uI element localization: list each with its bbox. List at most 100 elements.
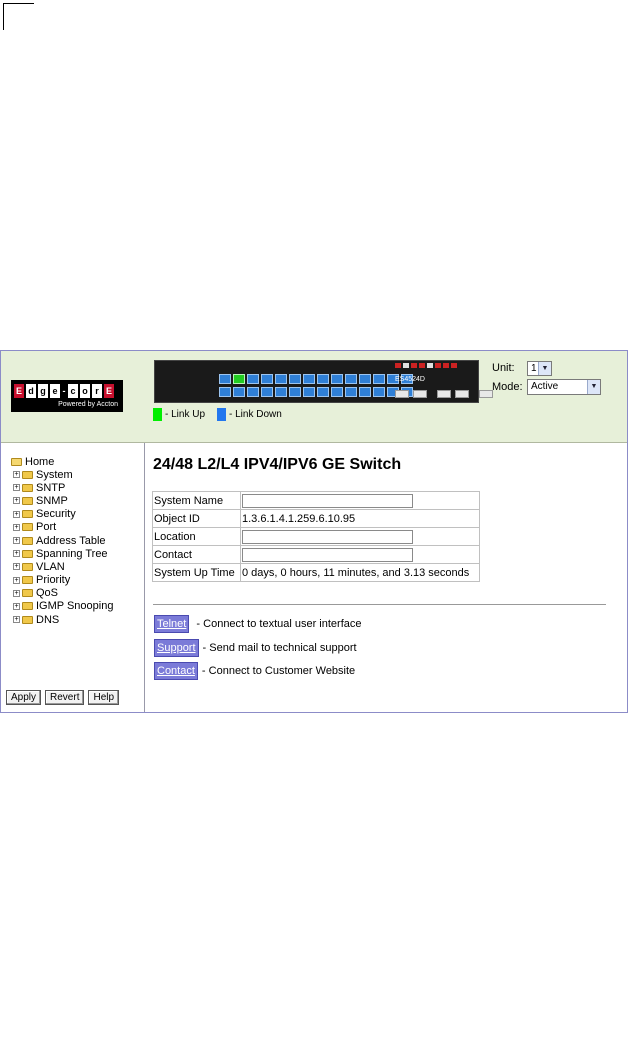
unit-label: Unit: <box>492 362 515 374</box>
port-10[interactable] <box>275 387 287 397</box>
object-id-value: 1.3.6.1.4.1.259.6.10.95 <box>240 509 480 528</box>
port-7[interactable] <box>261 374 273 384</box>
sfp-port[interactable] <box>479 390 493 398</box>
sidebar-item-snmp[interactable]: + SNMP <box>13 494 113 507</box>
folder-icon <box>22 496 33 505</box>
expand-plus-icon[interactable]: + <box>13 510 20 518</box>
port-5[interactable] <box>247 374 259 384</box>
apply-button[interactable]: Apply <box>6 690 42 705</box>
folder-icon <box>22 562 33 571</box>
table-row: Object ID 1.3.6.1.4.1.259.6.10.95 <box>152 509 480 528</box>
port-6[interactable] <box>247 387 259 397</box>
sidebar-item-security[interactable]: + Security <box>13 508 113 521</box>
folder-icon <box>22 602 33 611</box>
expand-plus-icon[interactable]: + <box>13 576 20 584</box>
contact-button[interactable]: Contact <box>154 662 198 680</box>
sfp-port[interactable] <box>395 390 409 398</box>
system-name-field[interactable] <box>242 493 413 508</box>
expand-plus-icon[interactable]: + <box>13 523 20 531</box>
port-4[interactable] <box>233 387 245 397</box>
port-18[interactable] <box>331 387 343 397</box>
unit-select[interactable]: 1 ▼ <box>527 361 552 376</box>
port-17[interactable] <box>331 374 343 384</box>
sidebar-item-dns[interactable]: + DNS <box>13 613 113 626</box>
revert-button[interactable]: Revert <box>45 690 85 705</box>
folder-open-icon <box>11 457 22 466</box>
contact-label: Contact <box>152 545 241 564</box>
system-info-table: System Name Object ID 1.3.6.1.4.1.259.6.… <box>152 491 480 582</box>
port-9[interactable] <box>275 374 287 384</box>
expand-plus-icon[interactable]: + <box>13 589 20 597</box>
folder-icon <box>22 510 33 519</box>
port-8[interactable] <box>261 387 273 397</box>
support-button[interactable]: Support <box>154 639 199 657</box>
port-22[interactable] <box>359 387 371 397</box>
support-description: - Send mail to technical support <box>202 642 357 654</box>
expand-plus-icon[interactable]: + <box>13 550 20 558</box>
sidebar-item-priority[interactable]: + Priority <box>13 574 113 587</box>
edge-core-logo[interactable]: E d g e - c o r E Powered by Accton <box>11 380 123 412</box>
port-23[interactable] <box>373 374 385 384</box>
mode-select[interactable]: Active ▼ <box>527 379 601 395</box>
telnet-row: Telnet - Connect to textual user interfa… <box>154 615 362 633</box>
corner-crop-mark <box>0 0 34 30</box>
expand-plus-icon[interactable]: + <box>13 537 20 545</box>
folder-icon <box>22 470 33 479</box>
table-row: Location <box>152 527 480 546</box>
port-14[interactable] <box>303 387 315 397</box>
model-label: ES4524D <box>395 376 425 383</box>
tree-root-home[interactable]: Home <box>11 455 113 468</box>
folder-icon <box>22 589 33 598</box>
port-21[interactable] <box>359 374 371 384</box>
table-row: Contact <box>152 545 480 564</box>
main-content: 24/48 L2/L4 IPV4/IPV6 GE Switch System N… <box>145 443 627 712</box>
port-15[interactable] <box>317 374 329 384</box>
expand-plus-icon[interactable]: + <box>13 616 20 624</box>
sfp-port[interactable] <box>455 390 469 398</box>
port-16[interactable] <box>317 387 329 397</box>
port-3[interactable] <box>233 374 245 384</box>
chevron-down-icon[interactable]: ▼ <box>587 380 600 394</box>
location-field[interactable] <box>242 529 413 544</box>
sidebar-item-system[interactable]: + System <box>13 468 113 481</box>
telnet-description: - Connect to textual user interface <box>193 618 362 630</box>
expand-plus-icon[interactable]: + <box>13 497 20 505</box>
port-24[interactable] <box>373 387 385 397</box>
port-11[interactable] <box>289 374 301 384</box>
port-legend: - Link Up - Link Down <box>153 408 282 421</box>
sfp-ports <box>395 390 493 398</box>
sidebar-item-igmp-snooping[interactable]: + IGMP Snooping <box>13 600 113 613</box>
sidebar-item-qos[interactable]: + QoS <box>13 587 113 600</box>
link-up-label: - Link Up <box>165 409 206 420</box>
port-2[interactable] <box>219 387 231 397</box>
port-13[interactable] <box>303 374 315 384</box>
sidebar-item-vlan[interactable]: + VLAN <box>13 560 113 573</box>
logo-wordmark: E d g e - c o r E <box>14 384 114 398</box>
folder-icon <box>22 536 33 545</box>
port-19[interactable] <box>345 374 357 384</box>
uptime-value: 0 days, 0 hours, 11 minutes, and 3.13 se… <box>240 563 480 582</box>
expand-plus-icon[interactable]: + <box>13 484 20 492</box>
expand-plus-icon[interactable]: + <box>13 563 20 571</box>
port-1[interactable] <box>219 374 231 384</box>
expand-plus-icon[interactable]: + <box>13 471 20 479</box>
contact-description: - Connect to Customer Website <box>201 665 356 677</box>
sfp-port[interactable] <box>413 390 427 398</box>
page-title: 24/48 L2/L4 IPV4/IPV6 GE Switch <box>153 456 402 473</box>
sidebar-item-port[interactable]: + Port <box>13 521 113 534</box>
expand-plus-icon[interactable]: + <box>13 602 20 610</box>
port-20[interactable] <box>345 387 357 397</box>
contact-field[interactable] <box>242 547 413 562</box>
switch-front-panel: ES4524D <box>154 360 493 403</box>
help-button[interactable]: Help <box>88 690 120 705</box>
sfp-port[interactable] <box>437 390 451 398</box>
sidebar-item-address-table[interactable]: + Address Table <box>13 534 113 547</box>
port-12[interactable] <box>289 387 301 397</box>
telnet-button[interactable]: Telnet <box>154 615 190 633</box>
chevron-down-icon[interactable]: ▼ <box>538 362 551 375</box>
folder-icon <box>22 549 33 558</box>
folder-icon <box>22 523 33 532</box>
folder-icon <box>22 576 33 585</box>
sidebar-item-sntp[interactable]: + SNTP <box>13 481 113 494</box>
sidebar-item-spanning-tree[interactable]: + Spanning Tree <box>13 547 113 560</box>
